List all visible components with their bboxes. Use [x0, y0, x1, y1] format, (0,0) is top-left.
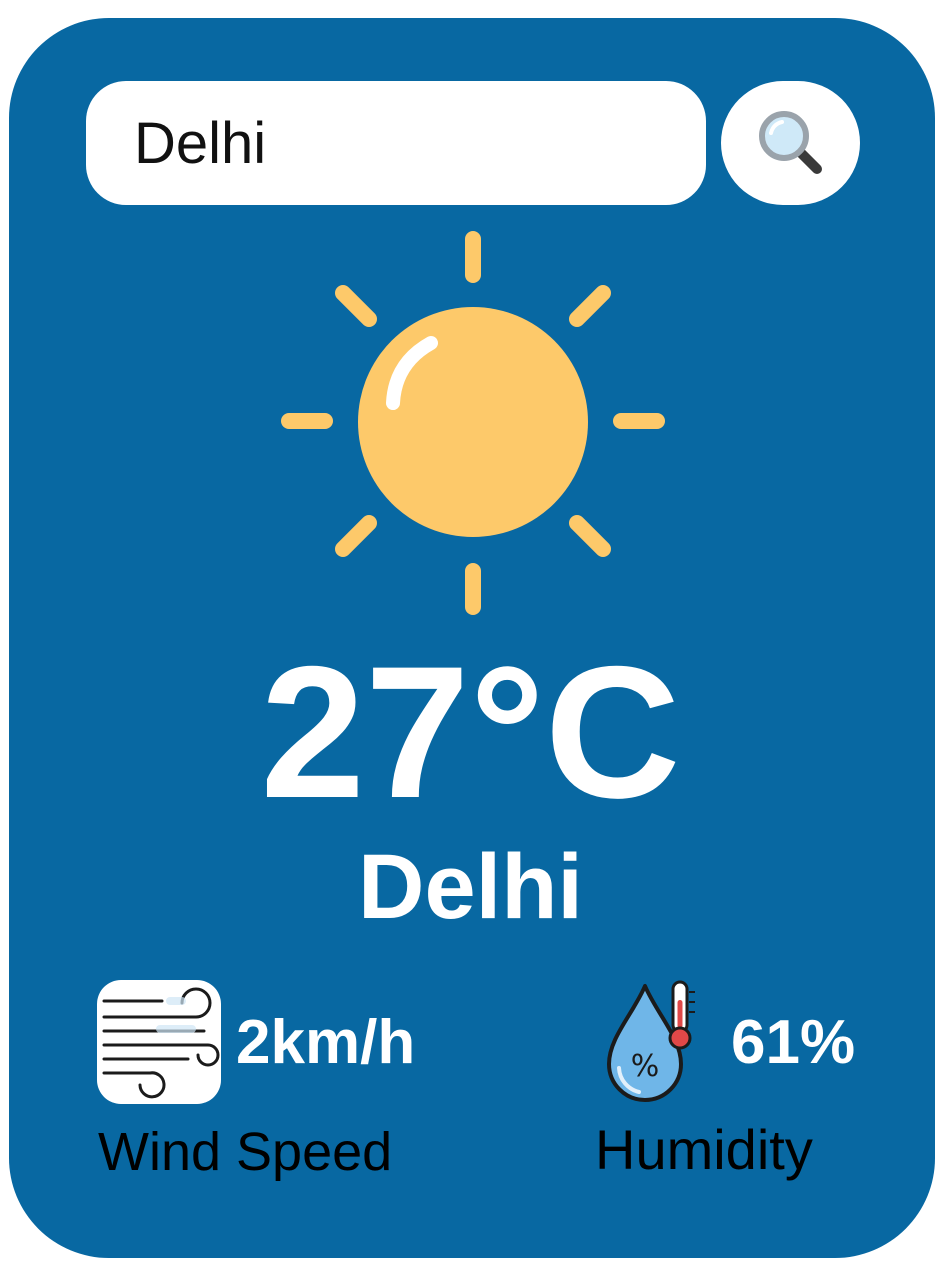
search-input[interactable]: [86, 81, 706, 205]
wind-speed-value: 2km/h: [236, 1008, 416, 1077]
search-icon: [758, 111, 822, 174]
search-button[interactable]: [721, 81, 860, 205]
svg-text:%: %: [631, 1049, 660, 1084]
humidity-icon: %: [607, 980, 695, 1102]
sun-icon: [281, 231, 665, 615]
temperature: 27°C: [260, 627, 681, 837]
city-name: Delhi: [358, 836, 583, 938]
humidity-value: 61%: [731, 1008, 856, 1077]
humidity-label: Humidity: [595, 1118, 813, 1181]
wind-speed-label: Wind Speed: [98, 1122, 393, 1182]
wind-icon: [97, 980, 221, 1104]
